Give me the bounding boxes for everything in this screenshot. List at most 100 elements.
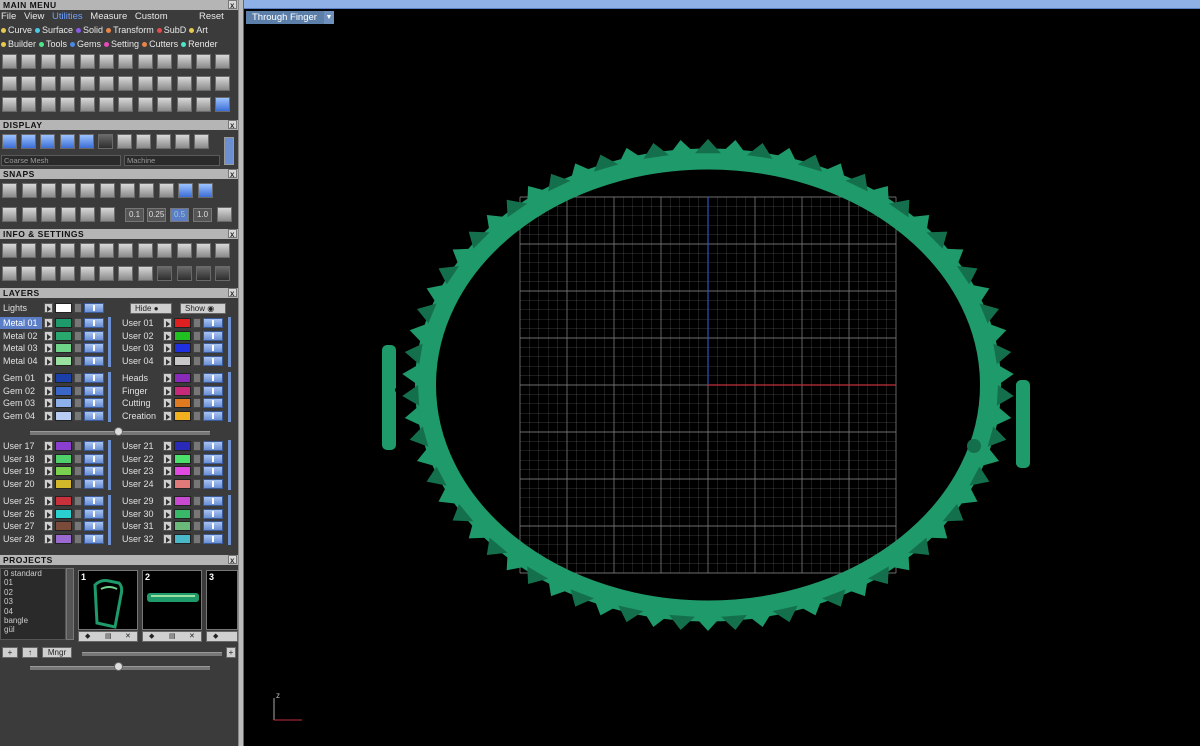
projects-scroll-track[interactable] <box>82 652 222 656</box>
layer-lock-icon[interactable] <box>74 385 82 396</box>
add-icon[interactable]: ◆ <box>85 632 90 641</box>
main-tool-icon-2[interactable] <box>21 54 37 69</box>
main-tool-icon-8[interactable] <box>137 76 153 91</box>
layer-arrow-icon[interactable] <box>163 533 172 544</box>
layer-arrow-icon[interactable] <box>44 441 53 451</box>
layer-arrow-icon[interactable] <box>44 398 53 408</box>
layer-row-user-24[interactable]: User 24 <box>119 478 231 490</box>
layer-lock-icon[interactable] <box>74 508 82 519</box>
layer-group-bar[interactable] <box>108 495 111 545</box>
snap-tool-icon-11[interactable] <box>198 183 213 198</box>
layer-arrow-icon[interactable] <box>44 508 53 519</box>
main-tool-icon-11[interactable] <box>196 76 211 91</box>
layer-color-swatch[interactable] <box>174 508 191 519</box>
main-tool-icon-2[interactable] <box>21 76 37 91</box>
layer-arrow-icon[interactable] <box>163 330 172 341</box>
layer-lock-icon[interactable] <box>74 453 82 464</box>
layer-visibility-toggle[interactable] <box>84 521 104 531</box>
show-all-button[interactable]: Show ◉ <box>180 303 226 314</box>
layer-lock-icon[interactable] <box>74 441 82 451</box>
main-tool-icon-1[interactable] <box>2 76 17 91</box>
layer-arrow-icon[interactable] <box>163 508 172 519</box>
main-tool-icon-7[interactable] <box>118 54 134 69</box>
layer-row-user-28[interactable]: User 28 <box>0 533 112 545</box>
layer-lock-icon[interactable] <box>193 385 201 396</box>
main-tool-icon-7[interactable] <box>118 76 134 91</box>
layer-visibility-toggle[interactable] <box>203 373 223 383</box>
layer-row-user-03[interactable]: User 03 <box>119 342 231 354</box>
layer-visibility-toggle[interactable] <box>84 496 104 506</box>
info-tool-icon-3[interactable] <box>40 266 56 281</box>
layer-visibility-toggle[interactable] <box>203 318 223 328</box>
layer-visibility-toggle[interactable] <box>203 466 223 476</box>
layers-close-icon[interactable]: x <box>228 288 237 298</box>
layer-arrow-icon[interactable] <box>44 318 53 328</box>
layer-visibility-toggle[interactable] <box>84 318 104 328</box>
snap-tool-icon-8[interactable] <box>139 183 155 198</box>
info-tool-icon-9[interactable] <box>157 266 173 281</box>
snap-tool-icon-1[interactable] <box>2 183 17 198</box>
main-tool-icon-5[interactable] <box>79 54 95 69</box>
layer-visibility-toggle[interactable] <box>84 453 104 464</box>
project-list[interactable]: 0 standard 01 02 03 04 bangle gül <box>0 568 66 640</box>
info-tool-icon-1[interactable] <box>2 243 17 258</box>
main-tool-icon-4[interactable] <box>60 76 76 91</box>
project-list-item[interactable]: 0 standard <box>1 569 65 578</box>
info-tool-icon-7[interactable] <box>118 243 134 258</box>
category-subd[interactable]: SubD <box>156 25 186 35</box>
info-tool-icon-7[interactable] <box>118 266 134 281</box>
layer-row-gem-02[interactable]: Gem 02 <box>0 385 112 397</box>
layer-lock-icon[interactable] <box>193 453 201 464</box>
layer-row-heads[interactable]: Heads <box>119 372 231 384</box>
layer-lock-icon[interactable] <box>74 398 82 408</box>
main-tool-icon-1[interactable] <box>2 54 17 69</box>
snap-tool-icon-6[interactable] <box>100 183 115 198</box>
mesh-mode-dropdown[interactable]: Coarse Mesh <box>1 155 121 166</box>
layer-group-bar[interactable] <box>228 317 231 367</box>
snap-increment-0-5[interactable]: 0.5 <box>170 208 189 222</box>
info-tool-icon-6[interactable] <box>99 266 114 281</box>
layer-row-user-23[interactable]: User 23 <box>119 465 231 477</box>
menu-view[interactable]: View <box>24 11 44 22</box>
snap-increment-0-25[interactable]: 0.25 <box>147 208 166 222</box>
layer-row-user-31[interactable]: User 31 <box>119 520 231 532</box>
projects-scroll-right-button[interactable]: + <box>226 647 236 658</box>
layer-visibility-toggle[interactable] <box>203 478 223 489</box>
category-transform[interactable]: Transform <box>106 25 154 35</box>
layer-lock-icon[interactable] <box>193 410 201 421</box>
layer-color-swatch[interactable] <box>55 410 72 421</box>
layer-group-bar[interactable] <box>228 372 231 422</box>
main-tool-icon-4[interactable] <box>60 54 76 69</box>
layer-visibility-toggle[interactable] <box>84 508 104 519</box>
layer-visibility-toggle[interactable] <box>203 398 223 408</box>
display-tool-icon-7[interactable] <box>117 134 133 149</box>
layer-visibility-toggle[interactable] <box>203 385 223 396</box>
layer-row-metal-03[interactable]: Metal 03 <box>0 342 112 354</box>
layer-color-swatch[interactable] <box>174 466 191 476</box>
layer-lock-icon[interactable] <box>74 466 82 476</box>
layer-color-swatch[interactable] <box>174 330 191 341</box>
layer-arrow-icon[interactable] <box>44 385 53 396</box>
layer-visibility-toggle[interactable] <box>203 508 223 519</box>
layer-row-user-01[interactable]: User 01 <box>119 317 231 329</box>
info-tool-icon-2[interactable] <box>21 243 37 258</box>
layer-arrow-icon[interactable] <box>44 410 53 421</box>
layer-group-bar[interactable] <box>108 440 111 490</box>
snap-increment-0-1[interactable]: 0.1 <box>125 208 144 222</box>
layer-visibility-toggle[interactable] <box>84 330 104 341</box>
layer-color-swatch[interactable] <box>55 373 72 383</box>
layer-lock-icon[interactable] <box>74 410 82 421</box>
layer-arrow-icon[interactable] <box>163 355 172 366</box>
snap-grid-icon[interactable] <box>217 207 232 222</box>
layer-color-swatch[interactable] <box>174 355 191 366</box>
layer-row-metal-04[interactable]: Metal 04 <box>0 355 112 367</box>
main-tool-icon-6[interactable] <box>99 97 114 112</box>
thumbnail-toolbar-2[interactable]: ◆ ▤ ✕ <box>142 631 202 642</box>
info-tool-icon-5[interactable] <box>79 243 95 258</box>
snap-tool-icon-4[interactable] <box>60 207 76 222</box>
display-tool-icon-2[interactable] <box>21 134 37 149</box>
layer-lock-icon[interactable] <box>193 330 201 341</box>
layer-color-swatch[interactable] <box>55 398 72 408</box>
layer-arrow-icon[interactable] <box>44 496 53 506</box>
main-tool-icon-8[interactable] <box>137 97 153 112</box>
